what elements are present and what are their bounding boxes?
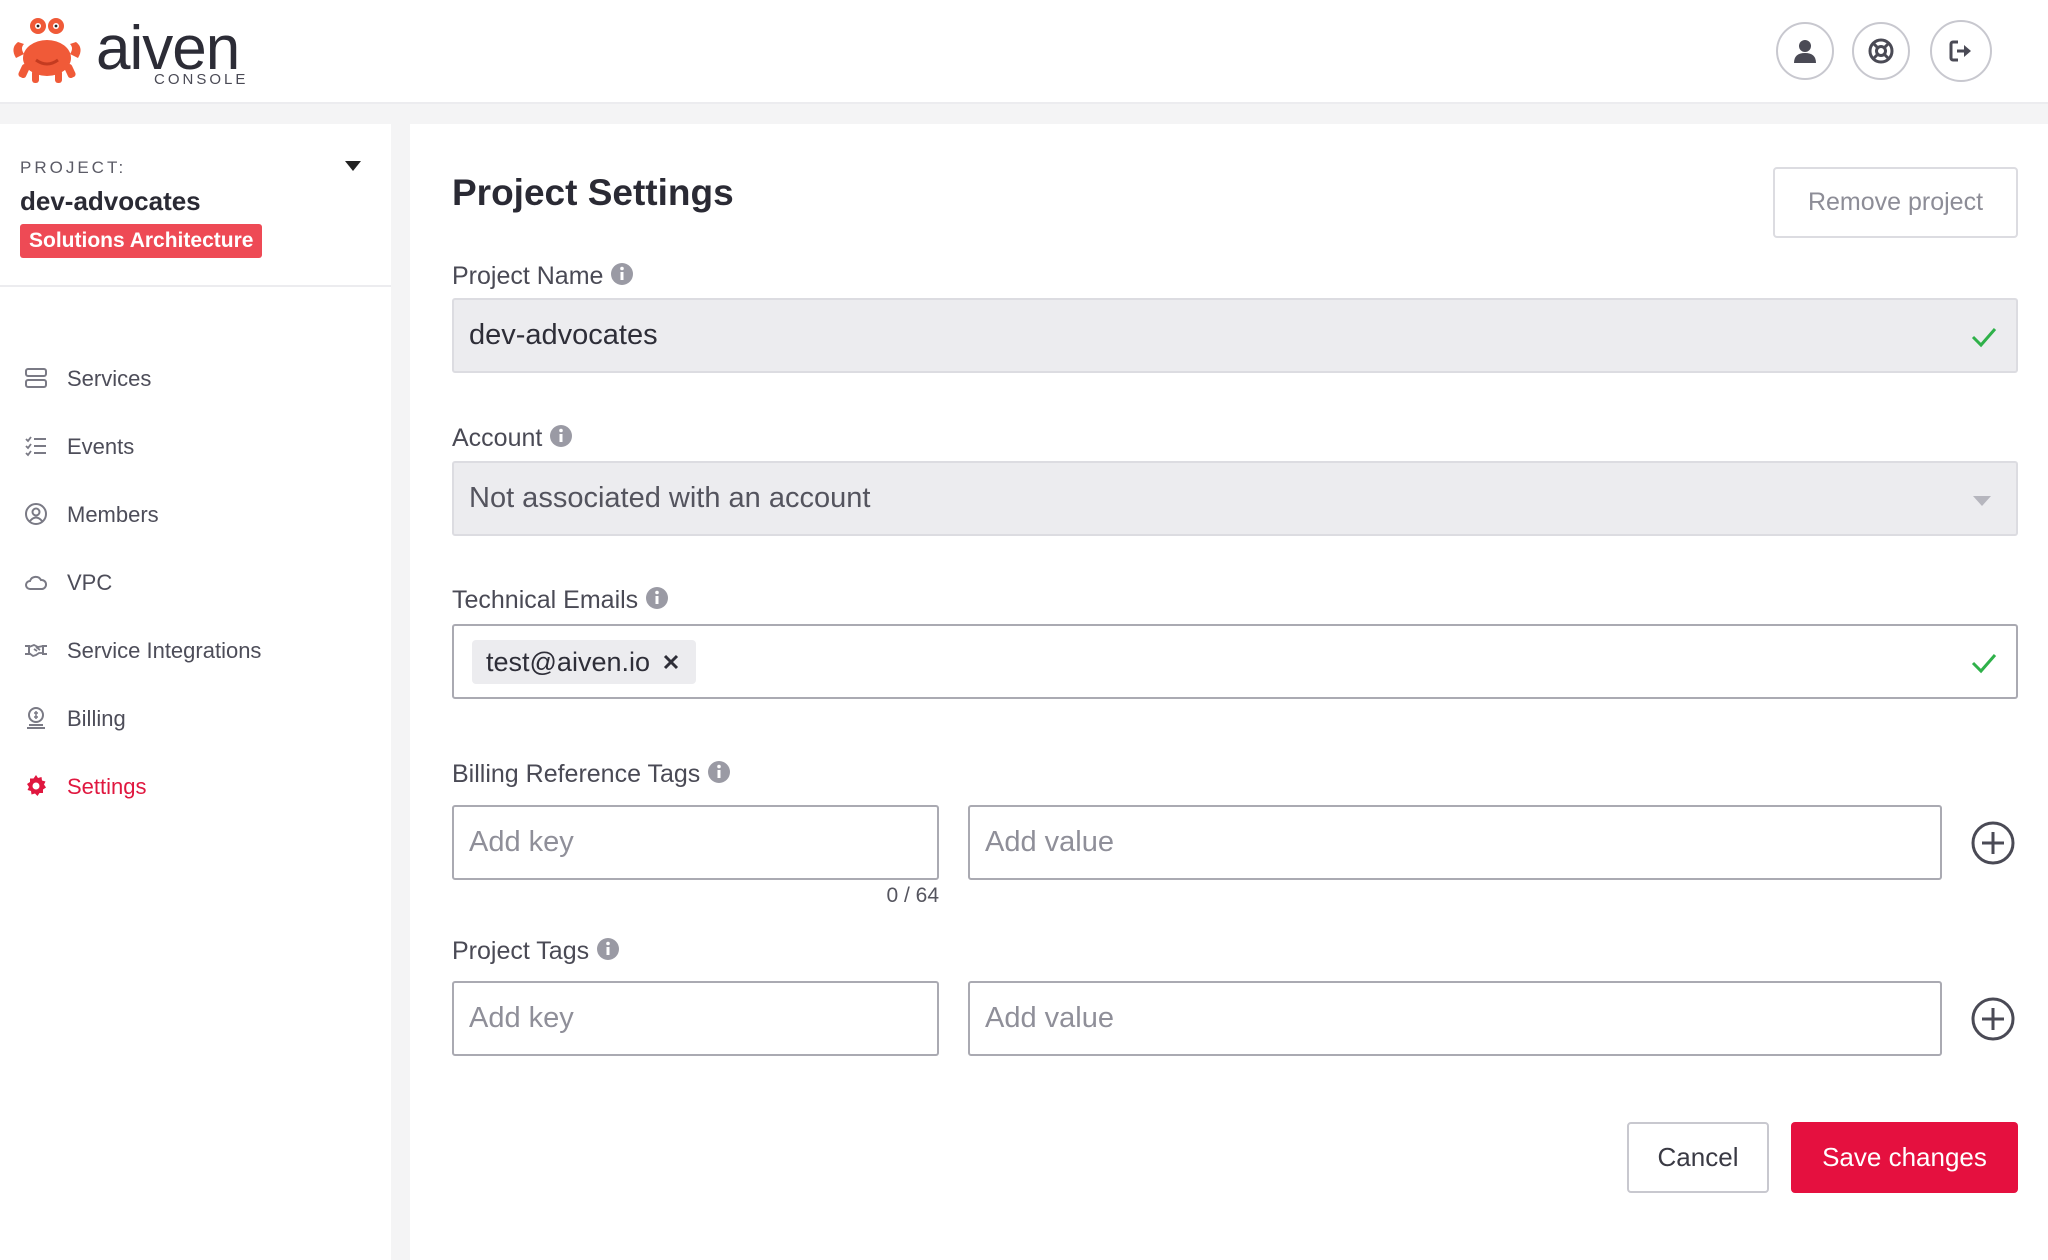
sidebar-item-label: Events (67, 434, 135, 459)
add-project-tag-icon[interactable] (1970, 996, 2016, 1042)
page-title: Project Settings (452, 172, 734, 213)
sidebar-item-services[interactable]: Services (0, 344, 391, 412)
project-selector[interactable]: PROJECT: dev-advocates Solutions Archite… (0, 124, 391, 287)
logout-button[interactable] (1930, 20, 1992, 82)
add-billing-tag-icon[interactable] (1970, 820, 2016, 866)
billing-tags-label-text: Billing Reference Tags (452, 760, 701, 788)
gear-icon (27, 775, 46, 796)
project-tag-value-input[interactable] (968, 981, 1942, 1056)
account-label-text: Account (452, 424, 543, 452)
project-label: PROJECT: (20, 158, 127, 177)
services-icon (25, 368, 47, 388)
account-select[interactable]: Not associated with an account (452, 461, 2018, 536)
info-icon[interactable] (645, 586, 669, 610)
chevron-down-icon[interactable] (344, 160, 362, 172)
header-actions (1776, 20, 1992, 82)
info-icon[interactable] (610, 262, 634, 286)
billing-tags-label: Billing Reference Tags (452, 760, 731, 789)
cloud-icon (25, 575, 48, 590)
email-chip: test@aiven.io (472, 640, 696, 684)
project-badge: Solutions Architecture (20, 224, 263, 258)
sidebar-item-service-integrations[interactable]: Service Integrations (0, 616, 391, 684)
sidebar-item-label: Settings (67, 774, 147, 799)
save-changes-button[interactable]: Save changes (1791, 1122, 2018, 1193)
sidebar-item-events[interactable]: Events (0, 412, 391, 480)
technical-emails-field[interactable]: test@aiven.io (452, 624, 2018, 699)
top-bar: aiven CONSOLE (0, 0, 2048, 104)
aiven-logo[interactable]: aiven CONSOLE (10, 14, 260, 94)
project-tags-label: Project Tags (452, 937, 620, 966)
sidebar-item-members[interactable]: Members (0, 480, 391, 548)
project-name-value: dev-advocates (469, 319, 658, 351)
lifebuoy-icon (1868, 38, 1894, 64)
sidebar-nav: Services Events Members VPC Service Inte… (0, 344, 391, 820)
info-icon[interactable] (549, 424, 573, 448)
project-name: dev-advocates (20, 186, 201, 216)
logout-icon (1949, 40, 1971, 62)
check-icon (1971, 328, 1997, 348)
project-name-label-text: Project Name (452, 262, 604, 290)
handshake-icon (25, 644, 47, 658)
events-icon (25, 436, 46, 457)
sidebar-item-settings[interactable]: Settings (0, 752, 391, 820)
sidebar-item-billing[interactable]: Billing (0, 684, 391, 752)
project-tag-key-input[interactable] (452, 981, 939, 1056)
cancel-button[interactable]: Cancel (1627, 1122, 1769, 1193)
sidebar-item-label: VPC (67, 570, 113, 595)
technical-emails-label: Technical Emails (452, 586, 669, 615)
billing-tag-value-input[interactable] (968, 805, 1942, 880)
check-icon (1971, 654, 1997, 674)
billing-tag-key-input[interactable] (452, 805, 939, 880)
crab-logo-icon (13, 18, 81, 83)
brand-subtitle: CONSOLE (154, 71, 249, 88)
billing-icon (27, 707, 45, 729)
sidebar-item-label: Services (67, 366, 152, 391)
project-name-label: Project Name (452, 262, 634, 291)
technical-emails-label-text: Technical Emails (452, 586, 639, 614)
remove-project-button[interactable]: Remove project (1773, 167, 2018, 238)
sidebar-item-label: Service Integrations (67, 638, 262, 663)
sidebar-item-vpc[interactable]: VPC (0, 548, 391, 616)
main-content: Project Settings Remove project Project … (410, 124, 2048, 1260)
account-label: Account (452, 424, 573, 453)
info-icon[interactable] (596, 937, 620, 961)
user-icon (1794, 40, 1816, 63)
chevron-down-icon (1973, 496, 1991, 506)
project-name-field[interactable]: dev-advocates (452, 298, 2018, 373)
sidebar-item-label: Billing (67, 706, 126, 731)
account-value: Not associated with an account (469, 482, 871, 514)
project-tags-label-text: Project Tags (452, 937, 590, 965)
members-icon (25, 503, 47, 525)
close-icon[interactable] (662, 653, 680, 671)
sidebar-item-label: Members (67, 502, 159, 527)
info-icon[interactable] (707, 760, 731, 784)
billing-key-counter: 0 / 64 (886, 884, 939, 907)
email-chip-text: test@aiven.io (486, 646, 650, 677)
sidebar: PROJECT: dev-advocates Solutions Archite… (0, 124, 391, 1260)
support-button[interactable] (1852, 22, 1910, 80)
user-profile-button[interactable] (1776, 22, 1834, 80)
